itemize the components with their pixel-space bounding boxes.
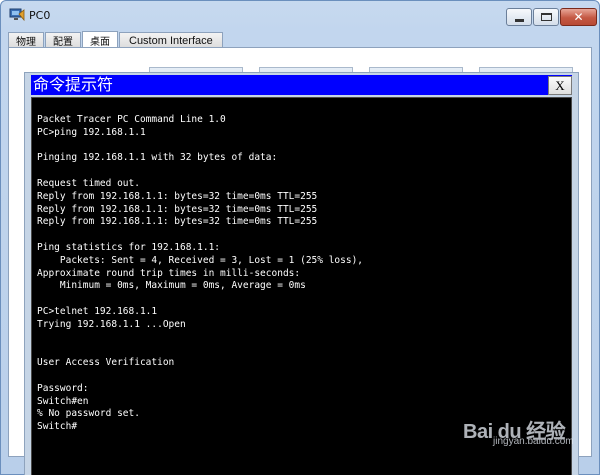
terminal-line: Approximate round trip times in milli-se… [37,267,301,279]
pc-app-icon [9,8,25,22]
tab-custom-interface[interactable]: Custom Interface [119,32,223,48]
terminal-line: PC>telnet 192.168.1.1 [37,305,158,317]
terminal-line: Ping statistics for 192.168.1.1: [37,241,221,253]
terminal-line: User Access Verification [37,357,175,369]
terminal-line: PC>ping 192.168.1.1 [37,126,146,138]
tab-config[interactable]: 配置 [45,32,81,48]
close-icon: ✕ [573,10,584,24]
terminal-line: Reply from 192.168.1.1: bytes=32 time=0m… [37,190,318,202]
minimize-icon [514,18,524,22]
terminal-line: Packet Tracer PC Command Line 1.0 [37,114,226,125]
terminal-line: Switch#en [37,395,89,407]
terminal-text: Packet Tracer PC Command Line 1.0 PC>ping… [37,114,567,434]
terminal-line: Packets: Sent = 4, Received = 3, Lost = … [37,254,364,266]
terminal-line: Reply from 192.168.1.1: bytes=32 time=0m… [37,203,318,215]
maximize-button[interactable] [533,8,559,26]
terminal-line: Reply from 192.168.1.1: bytes=32 time=0m… [37,216,318,228]
tab-physical[interactable]: 物理 [8,32,44,48]
command-prompt-title: 命令提示符 [33,75,114,94]
tab-bar: 物理 配置 桌面 Custom Interface [8,30,592,49]
title-bar[interactable]: PC0 ✕ [1,1,599,29]
terminal-line: Password: [37,382,89,394]
terminal-line: Request timed out. [37,177,140,189]
command-prompt-titlebar[interactable]: 命令提示符 [31,75,572,95]
minimize-button[interactable] [506,8,532,26]
terminal-line: Trying 192.168.1.1 ...Open [37,318,186,330]
window-title: PC0 [29,9,51,22]
terminal-line: Pinging 192.168.1.1 with 32 bytes of dat… [37,152,278,164]
close-button[interactable]: ✕ [560,8,597,26]
baidu-watermark: Bai du 经验 jingyan.baidu.com [463,409,593,449]
watermark-subtext: jingyan.baidu.com [493,436,574,447]
terminal-line: Minimum = 0ms, Maximum = 0ms, Average = … [37,280,306,292]
command-prompt-close-button[interactable]: X [548,76,572,95]
app-window: PC0 ✕ 物理 配置 桌面 Custom Interface 命令提示符 X [0,0,600,475]
desktop-panel: 命令提示符 X Packet Tracer PC Command Line 1.… [8,47,592,475]
maximize-icon [540,13,552,21]
